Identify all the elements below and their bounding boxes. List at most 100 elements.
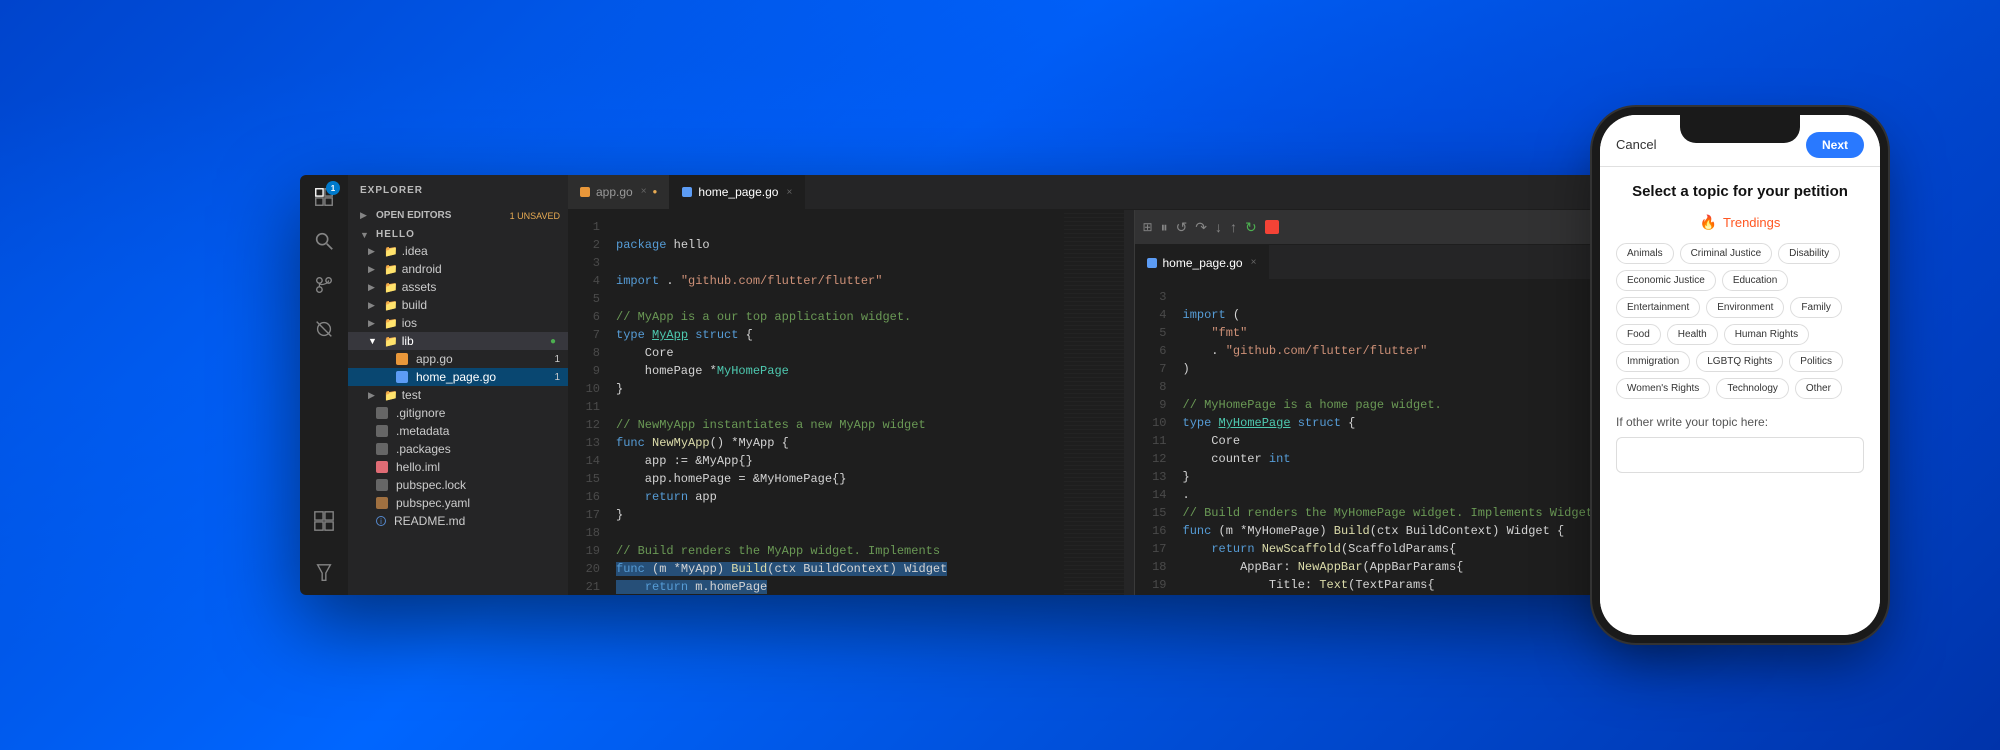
open-editors-arrow: ▶ (360, 210, 372, 221)
trending-label: Trendings (1723, 215, 1780, 230)
line-numbers-left: 12345 678910 1112131415 161718192021 (568, 210, 608, 595)
folder-icon: 📁 (384, 245, 398, 258)
open-editors-label: OPEN EDITORS (376, 210, 502, 221)
editor-split: 12345 678910 1112131415 161718192021 pac… (568, 210, 1700, 595)
tab-icon-home (682, 187, 692, 197)
modified-badge-home: 1 (554, 372, 560, 383)
sidebar-item-pubspec-lock[interactable]: pubspec.lock (348, 476, 568, 494)
input-label: If other write your topic here: (1616, 415, 1864, 429)
activity-bar: 1 (300, 175, 348, 595)
tag-womens-rights[interactable]: Women's Rights (1616, 378, 1710, 399)
pane-tab-icon (1147, 258, 1157, 268)
tag-education[interactable]: Education (1722, 270, 1788, 291)
file-icon-home (396, 371, 408, 383)
tag-human-rights[interactable]: Human Rights (1724, 324, 1809, 345)
tag-other[interactable]: Other (1795, 378, 1842, 399)
sidebar-item-assets[interactable]: ▶ 📁 assets (348, 278, 568, 296)
sidebar-item-pubspec-yaml[interactable]: pubspec.yaml (348, 494, 568, 512)
sidebar-item-lib[interactable]: ▼ 📁 lib ● (348, 332, 568, 350)
step-in-icon[interactable]: ↓ (1215, 219, 1222, 235)
fire-icon: 🔥 (1700, 214, 1717, 231)
editor-pane-left: 12345 678910 1112131415 161718192021 pac… (568, 210, 1135, 595)
file-icon-metadata (376, 425, 388, 437)
phone-mockup: Cancel Next Select a topic for your peti… (1600, 115, 1880, 635)
project-root[interactable]: ▼ HELLO (348, 227, 568, 242)
scrollbar-left[interactable] (1124, 210, 1134, 595)
sidebar-item-app-go[interactable]: app.go 1 (348, 350, 568, 368)
test-icon[interactable] (310, 559, 338, 587)
editor-area: app.go × home_page.go × ⧉ ⋯ 12345 678910 (568, 175, 1700, 595)
tab-close-home[interactable]: × (786, 187, 792, 198)
sidebar-title: EXPLORER (348, 175, 568, 206)
sidebar-item-test[interactable]: ▶ 📁 test (348, 386, 568, 404)
sidebar-item-home-page-go[interactable]: home_page.go 1 (348, 368, 568, 386)
code-left[interactable]: package hello import . "github.com/flutt… (608, 210, 1064, 595)
pane-tab-label: home_page.go (1163, 256, 1243, 270)
tag-economic-justice[interactable]: Economic Justice (1616, 270, 1716, 291)
topic-input[interactable] (1616, 437, 1864, 473)
file-icon-yaml (376, 497, 388, 509)
debug-controls-icon: ⊞ (1143, 220, 1153, 234)
sidebar-item-metadata[interactable]: .metadata (348, 422, 568, 440)
sidebar-item-idea[interactable]: ▶ 📁 .idea (348, 242, 568, 260)
tab-label-app-go: app.go (596, 185, 633, 199)
hot-reload-icon[interactable]: ↻ (1245, 219, 1257, 236)
folder-icon-build: 📁 (384, 299, 398, 312)
tab-close-app-go[interactable]: × (641, 186, 647, 197)
tag-environment[interactable]: Environment (1706, 297, 1784, 318)
sidebar-item-build[interactable]: ▶ 📁 build (348, 296, 568, 314)
phone-container: Cancel Next Select a topic for your peti… (1600, 115, 1880, 635)
extensions-icon[interactable] (310, 507, 338, 535)
lib-badge: ● (550, 336, 556, 347)
pause-icon[interactable]: ⏸ (1161, 219, 1168, 236)
tag-criminal-justice[interactable]: Criminal Justice (1680, 243, 1773, 264)
restart-icon[interactable]: ↺ (1176, 219, 1188, 236)
pane-tab-close[interactable]: × (1251, 257, 1257, 268)
folder-icon-lib: 📁 (384, 335, 398, 348)
tag-politics[interactable]: Politics (1789, 351, 1843, 372)
file-icon-gitignore (376, 407, 388, 419)
sidebar-item-hello-iml[interactable]: hello.iml (348, 458, 568, 476)
phone-body: Select a topic for your petition 🔥 Trend… (1600, 167, 1880, 635)
project-label: HELLO (376, 229, 560, 240)
pane-tab-home-page[interactable]: home_page.go × (1135, 245, 1270, 280)
tag-immigration[interactable]: Immigration (1616, 351, 1690, 372)
search-activity-icon[interactable] (310, 227, 338, 255)
tags-container: Animals Criminal Justice Disability Econ… (1616, 243, 1864, 399)
line-numbers-right: 34567 89101112 1314151617 1819202122 232… (1135, 280, 1175, 595)
cancel-button[interactable]: Cancel (1616, 137, 1656, 152)
code-right[interactable]: import ( "fmt" . "github.com/flutter/flu… (1175, 280, 1631, 595)
sidebar-item-packages[interactable]: .packages (348, 440, 568, 458)
tag-health[interactable]: Health (1667, 324, 1718, 345)
tag-food[interactable]: Food (1616, 324, 1661, 345)
source-control-icon[interactable] (310, 271, 338, 299)
tag-disability[interactable]: Disability (1778, 243, 1840, 264)
next-button[interactable]: Next (1806, 132, 1864, 158)
folder-icon-assets: 📁 (384, 281, 398, 294)
debug-icon[interactable] (310, 315, 338, 343)
sidebar-item-android[interactable]: ▶ 📁 android (348, 260, 568, 278)
petition-title: Select a topic for your petition (1616, 183, 1864, 200)
tag-entertainment[interactable]: Entertainment (1616, 297, 1700, 318)
explorer-icon[interactable]: 1 (310, 183, 338, 211)
file-icon-app-go (396, 353, 408, 365)
stop-icon[interactable] (1265, 220, 1279, 234)
folder-icon-android: 📁 (384, 263, 398, 276)
tag-animals[interactable]: Animals (1616, 243, 1674, 264)
project-arrow: ▼ (360, 230, 372, 240)
tag-lgbtq-rights[interactable]: LGBTQ Rights (1696, 351, 1783, 372)
tab-bar: app.go × home_page.go × ⧉ ⋯ (568, 175, 1700, 210)
tab-app-go[interactable]: app.go × (568, 175, 670, 209)
sidebar-item-gitignore[interactable]: .gitignore (348, 404, 568, 422)
tab-home-page-go[interactable]: home_page.go × (670, 175, 805, 209)
folder-icon-test: 📁 (384, 389, 398, 402)
sidebar-item-ios[interactable]: ▶ 📁 ios (348, 314, 568, 332)
sidebar: EXPLORER ▶ OPEN EDITORS 1 UNSAVED ▼ HELL… (348, 175, 568, 595)
step-out-icon[interactable]: ↑ (1230, 219, 1237, 235)
phone-notch (1680, 115, 1800, 143)
tag-family[interactable]: Family (1790, 297, 1841, 318)
step-over-icon[interactable]: ↷ (1195, 219, 1207, 236)
open-editors-header[interactable]: ▶ OPEN EDITORS 1 UNSAVED (348, 208, 568, 223)
tag-technology[interactable]: Technology (1716, 378, 1789, 399)
sidebar-item-readme[interactable]: i README.md (348, 512, 568, 530)
